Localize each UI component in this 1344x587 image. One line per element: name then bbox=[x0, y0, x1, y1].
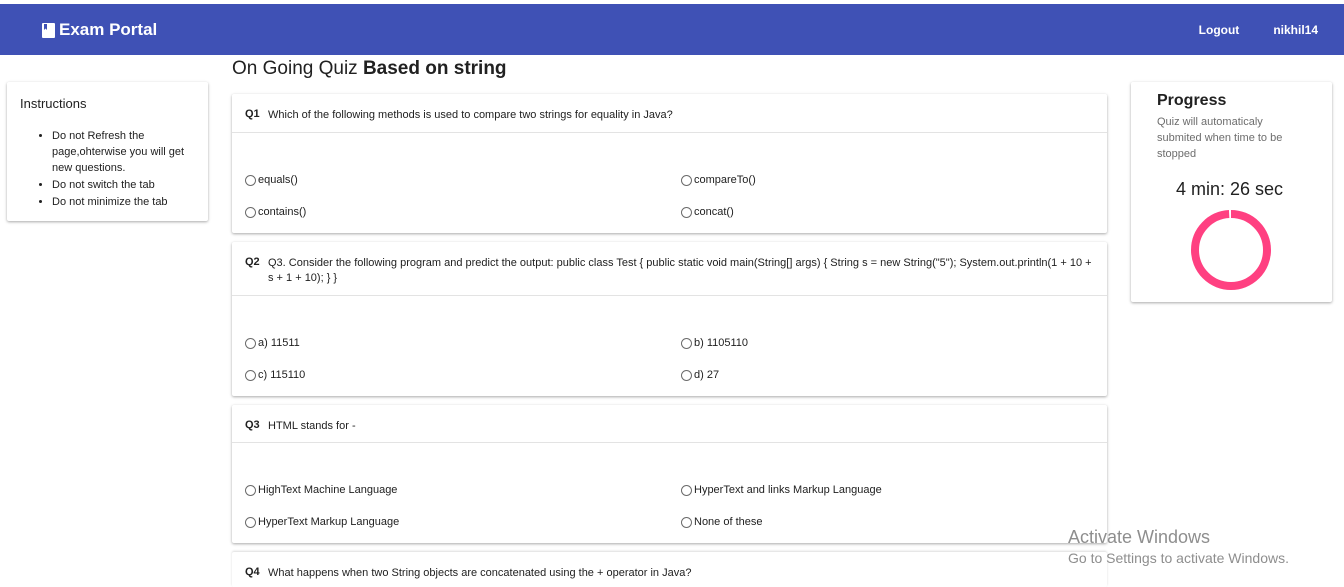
radio-button[interactable] bbox=[245, 516, 256, 528]
option-label: contains() bbox=[258, 206, 307, 218]
option-label: HyperText Markup Language bbox=[258, 516, 400, 528]
question-number: Q3 bbox=[245, 419, 260, 431]
option-label: HighText Machine Language bbox=[258, 484, 398, 496]
option-label: equals() bbox=[258, 174, 298, 186]
option[interactable]: HighText Machine Language bbox=[245, 484, 397, 496]
windows-activation-watermark: Activate Windows Go to Settings to activ… bbox=[1068, 527, 1289, 566]
radio-button[interactable] bbox=[245, 484, 256, 496]
instructions-title: Instructions bbox=[20, 96, 87, 111]
navbar: Exam Portal Logout nikhil14 bbox=[0, 4, 1344, 55]
option-label: None of these bbox=[694, 516, 763, 528]
option[interactable]: None of these bbox=[681, 516, 763, 528]
book-icon bbox=[42, 22, 55, 38]
question-text: Q3. Consider the following program and p… bbox=[268, 257, 1092, 284]
option[interactable]: b) 1105110 bbox=[681, 337, 748, 349]
instructions-card: Instructions Do not Refresh the page,oht… bbox=[7, 82, 208, 221]
watermark-line2: Go to Settings to activate Windows. bbox=[1068, 550, 1289, 566]
page-title: On Going Quiz Based on string bbox=[232, 58, 507, 80]
quiz-name: Based on string bbox=[362, 58, 507, 79]
progress-ring bbox=[1191, 210, 1271, 290]
option-label: HyperText and links Markup Language bbox=[694, 484, 882, 496]
nav-right: Logout nikhil14 bbox=[1199, 23, 1318, 37]
question-header: Q2 Q3. Consider the following program an… bbox=[232, 242, 1107, 296]
option-label: d) 27 bbox=[694, 369, 720, 381]
radio-button[interactable] bbox=[681, 369, 692, 381]
option-label: c) 115110 bbox=[258, 369, 306, 381]
instruction-item: Do not minimize the tab bbox=[52, 194, 195, 210]
radio-button[interactable] bbox=[681, 174, 692, 186]
instructions-list: Do not Refresh the page,ohterwise you wi… bbox=[20, 128, 195, 210]
username-link[interactable]: nikhil14 bbox=[1273, 23, 1318, 37]
brand-title: Exam Portal bbox=[59, 20, 158, 39]
option[interactable]: equals() bbox=[245, 174, 298, 186]
progress-card: Progress Quiz will automaticaly submited… bbox=[1131, 82, 1332, 302]
brand[interactable]: Exam Portal bbox=[42, 20, 157, 40]
page-title-prefix: On Going Quiz bbox=[232, 58, 358, 79]
question-number: Q1 bbox=[245, 108, 260, 120]
option[interactable]: concat() bbox=[681, 206, 734, 218]
option[interactable]: a) 11511 bbox=[245, 337, 300, 349]
radio-button[interactable] bbox=[681, 516, 692, 528]
logout-link[interactable]: Logout bbox=[1199, 23, 1240, 37]
radio-button[interactable] bbox=[245, 174, 256, 186]
option[interactable]: d) 27 bbox=[681, 369, 719, 381]
instruction-item: Do not Refresh the page,ohterwise you wi… bbox=[52, 128, 195, 176]
option-label: a) 11511 bbox=[258, 337, 300, 349]
progress-subtitle: Quiz will automaticaly submited when tim… bbox=[1157, 116, 1283, 160]
option[interactable]: HyperText Markup Language bbox=[245, 516, 399, 528]
watermark-line1: Activate Windows bbox=[1068, 527, 1211, 547]
progress-title: Progress bbox=[1157, 92, 1227, 109]
radio-button[interactable] bbox=[681, 337, 692, 349]
option[interactable]: compareTo() bbox=[681, 174, 756, 186]
radio-button[interactable] bbox=[245, 369, 256, 381]
question-card: Q1 Which of the following methods is use… bbox=[232, 94, 1107, 233]
question-text: What happens when two String objects are… bbox=[268, 567, 692, 579]
question-card: Q2 Q3. Consider the following program an… bbox=[232, 242, 1107, 396]
option-label: concat() bbox=[694, 206, 734, 218]
question-header: Q3 HTML stands for - bbox=[232, 405, 1107, 443]
radio-button[interactable] bbox=[245, 206, 256, 218]
question-card: Q3 HTML stands for - HighText Machine La… bbox=[232, 405, 1107, 543]
radio-button[interactable] bbox=[681, 206, 692, 218]
option-label: b) 1105110 bbox=[694, 337, 749, 349]
radio-button[interactable] bbox=[681, 484, 692, 496]
question-header: Q4 What happens when two String objects … bbox=[232, 552, 1107, 587]
progress-ring-arc bbox=[1191, 210, 1271, 290]
instruction-item: Do not switch the tab bbox=[52, 177, 195, 193]
question-number: Q4 bbox=[245, 566, 260, 578]
option-label: compareTo() bbox=[694, 174, 756, 186]
question-header: Q1 Which of the following methods is use… bbox=[232, 94, 1107, 133]
radio-button[interactable] bbox=[245, 337, 256, 349]
option[interactable]: HyperText and links Markup Language bbox=[681, 484, 882, 496]
option[interactable]: c) 115110 bbox=[245, 369, 305, 381]
question-text: Which of the following methods is used t… bbox=[268, 109, 673, 121]
option[interactable]: contains() bbox=[245, 206, 306, 218]
question-number: Q2 bbox=[245, 256, 260, 268]
question-card: Q4 What happens when two String objects … bbox=[232, 552, 1107, 587]
countdown-timer: 4 min: 26 sec bbox=[1175, 179, 1284, 199]
question-text: HTML stands for - bbox=[268, 420, 356, 432]
